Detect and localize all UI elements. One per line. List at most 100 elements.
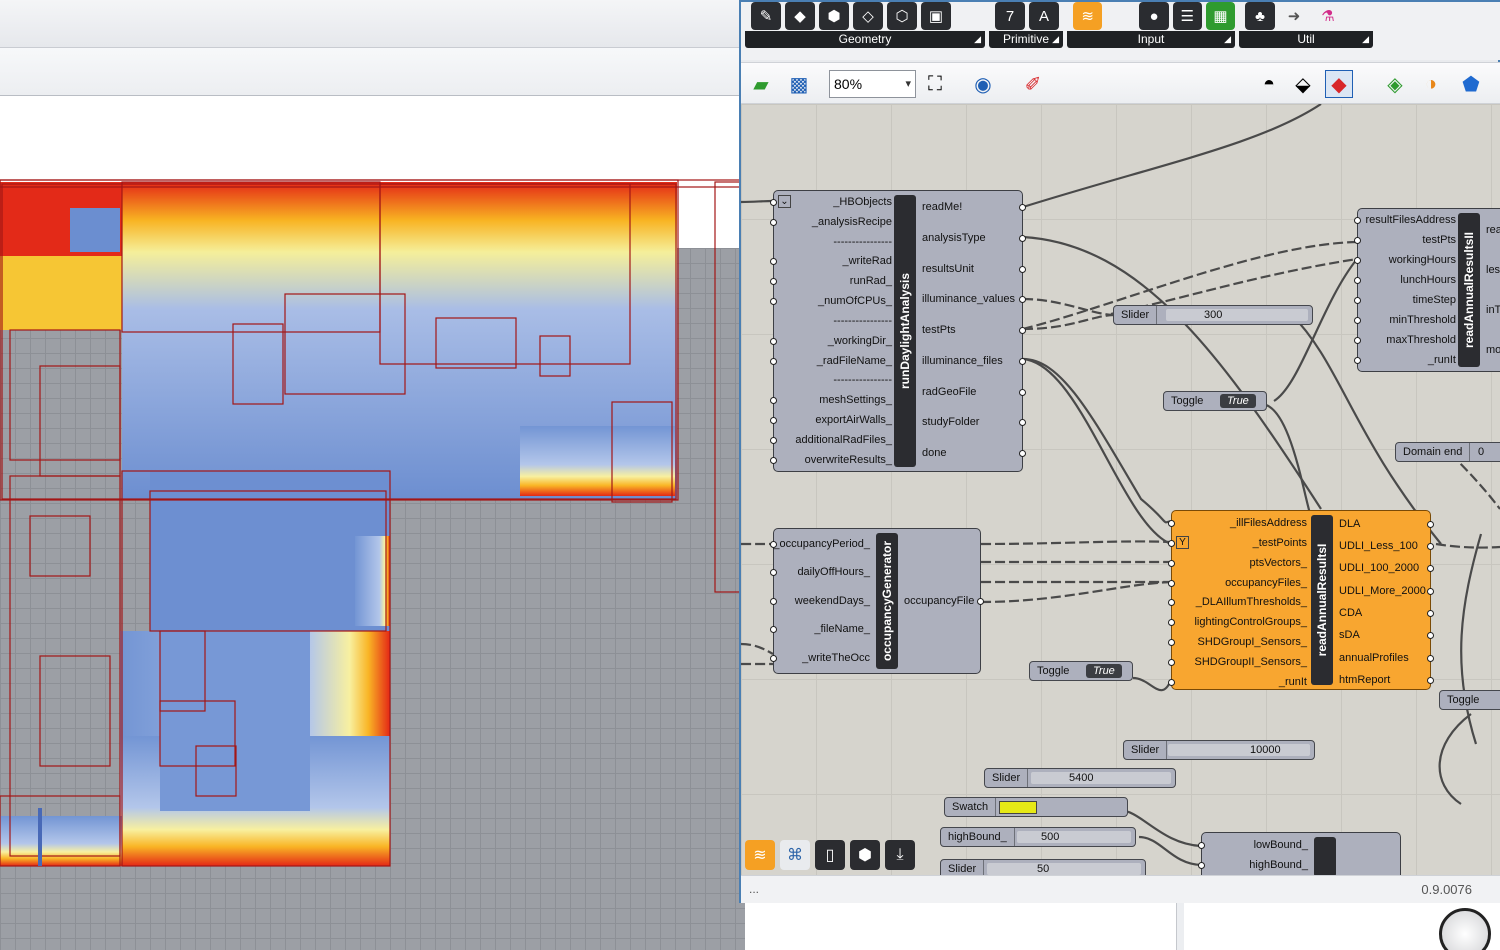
input-port[interactable] [770, 457, 777, 464]
input-param[interactable]: lunchHours [1400, 273, 1456, 287]
output-param[interactable]: mor [1486, 343, 1500, 357]
grid-icon[interactable]: ▦ [1205, 2, 1236, 30]
toggle-value[interactable]: True [1220, 394, 1256, 408]
python-icon[interactable]: ⌘ [780, 840, 810, 870]
input-param[interactable]: _illFilesAddress [1230, 516, 1307, 530]
input-port[interactable] [770, 655, 777, 662]
highbound-slider[interactable]: highBound_ 500 [940, 827, 1136, 847]
output-port[interactable] [1427, 677, 1434, 684]
material-icon[interactable]: ◑ [1417, 70, 1445, 98]
slider-track[interactable] [1031, 772, 1171, 784]
output-port[interactable] [1427, 588, 1434, 595]
input-port[interactable] [1168, 560, 1175, 567]
input-param[interactable]: _DLAIllumThresholds_ [1196, 595, 1307, 609]
output-param[interactable]: studyFolder [922, 415, 979, 429]
output-param[interactable]: read [1486, 223, 1500, 237]
bake-icon[interactable]: ◈ [1381, 70, 1409, 98]
input-param[interactable]: _occupancyPeriod_ [773, 537, 870, 551]
toggle-value[interactable]: True [1086, 664, 1122, 678]
input-port[interactable] [770, 541, 777, 548]
output-port[interactable] [1427, 610, 1434, 617]
brush-icon[interactable]: ⬢ [819, 2, 849, 30]
output-port[interactable] [1427, 632, 1434, 639]
expand-icon[interactable]: ◢ [1052, 31, 1059, 48]
input-port[interactable] [1168, 599, 1175, 606]
input-param[interactable]: runRad_ [850, 274, 892, 288]
output-port[interactable] [1427, 565, 1434, 572]
input-port[interactable] [770, 219, 777, 226]
output-port[interactable] [1019, 327, 1026, 334]
input-port[interactable] [770, 397, 777, 404]
input-param[interactable]: SHDGroupII_Sensors_ [1195, 655, 1308, 669]
input-port[interactable] [770, 569, 777, 576]
toggle-1[interactable]: Toggle True [1163, 391, 1267, 411]
output-param[interactable]: inTh [1486, 303, 1500, 317]
toggle-2[interactable]: Toggle True [1029, 661, 1133, 681]
slider-track[interactable] [1166, 309, 1308, 321]
download-icon[interactable]: ⤓ [885, 840, 915, 870]
input-port[interactable] [1198, 842, 1205, 849]
input-port[interactable] [1168, 659, 1175, 666]
input-param[interactable]: _workingDir_ [828, 334, 892, 348]
output-param[interactable]: UDLI_Less_100 [1339, 539, 1418, 553]
input-param[interactable]: minThreshold [1389, 313, 1456, 327]
slider-10000[interactable]: Slider 10000 [1123, 740, 1315, 760]
output-param[interactable]: illuminance_values [922, 292, 1015, 306]
ribbon-group-geometry[interactable]: ✎ ◆ ⬢ ◇ ⬡ ▣ Geometry ◢ [745, 2, 985, 48]
input-param[interactable]: meshSettings_ [819, 393, 892, 407]
input-param[interactable]: timeStep [1413, 293, 1456, 307]
input-port[interactable] [770, 338, 777, 345]
geometry-preview-icon[interactable]: ⬟ [1457, 70, 1485, 98]
output-param[interactable]: DLA [1339, 517, 1360, 531]
output-port[interactable] [1019, 450, 1026, 457]
output-param[interactable]: resultsUnit [922, 262, 974, 276]
input-port[interactable] [1168, 619, 1175, 626]
zoom-select[interactable]: 80% ▾ [829, 70, 916, 98]
swatch-color[interactable] [999, 801, 1037, 814]
input-param[interactable]: weekendDays_ [795, 594, 870, 608]
menu-icon[interactable]: ⌄ [778, 195, 791, 208]
input-port[interactable] [1168, 520, 1175, 527]
open-file-icon[interactable]: ▰ [747, 70, 775, 98]
input-port[interactable] [770, 417, 777, 424]
output-param[interactable]: readMe! [922, 200, 962, 214]
expand-icon[interactable]: ◢ [1224, 31, 1231, 48]
panel-icon[interactable]: ▯ [815, 840, 845, 870]
input-param[interactable]: highBound_ [1249, 858, 1308, 872]
output-port[interactable] [1019, 296, 1026, 303]
input-param[interactable]: resultFilesAddress [1366, 213, 1456, 227]
input-port[interactable] [770, 626, 777, 633]
input-port[interactable] [1198, 862, 1205, 869]
input-param[interactable]: SHDGroupI_Sensors_ [1198, 635, 1307, 649]
component-run-daylight-analysis[interactable]: ⌄ _HBObjects _analysisRecipe -----------… [770, 190, 1026, 472]
output-port[interactable] [1019, 235, 1026, 242]
input-port[interactable] [1354, 337, 1361, 344]
input-port[interactable] [1354, 217, 1361, 224]
slider-track[interactable] [987, 863, 1141, 875]
input-port[interactable] [770, 258, 777, 265]
save-icon[interactable]: ▩ [785, 70, 813, 98]
slider-5400[interactable]: Slider 5400 [984, 768, 1176, 788]
input-port[interactable] [1168, 679, 1175, 686]
preview-wire-icon[interactable]: ◓ [1255, 70, 1283, 98]
component-read-annual-results-i[interactable]: Y _illFilesAddress _testPoints ptsVector… [1168, 510, 1434, 690]
ribbon-group-primitive[interactable]: 7 A Primitive ◢ [989, 2, 1063, 48]
output-param[interactable]: UDLI_100_2000 [1339, 561, 1419, 575]
input-port[interactable] [770, 358, 777, 365]
input-param[interactable]: overwriteResults_ [805, 453, 892, 467]
input-param[interactable]: ptsVectors_ [1250, 556, 1307, 570]
list-icon[interactable]: ☰ [1172, 2, 1202, 30]
input-port[interactable] [1354, 317, 1361, 324]
rhino-viewport[interactable] [0, 96, 745, 950]
input-port[interactable] [770, 598, 777, 605]
input-param[interactable]: lightingControlGroups_ [1194, 615, 1307, 629]
output-port[interactable] [1427, 543, 1434, 550]
pen-icon[interactable]: ✎ [751, 2, 781, 30]
expand-icon[interactable]: ◢ [974, 31, 981, 48]
output-param[interactable]: analysisType [922, 231, 986, 245]
output-port[interactable] [1427, 521, 1434, 528]
input-param[interactable]: maxThreshold [1386, 333, 1456, 347]
output-port[interactable] [1019, 389, 1026, 396]
ladybug-icon[interactable]: ≋ [1073, 2, 1103, 30]
preview-eye-icon[interactable]: ◉ [969, 70, 997, 98]
